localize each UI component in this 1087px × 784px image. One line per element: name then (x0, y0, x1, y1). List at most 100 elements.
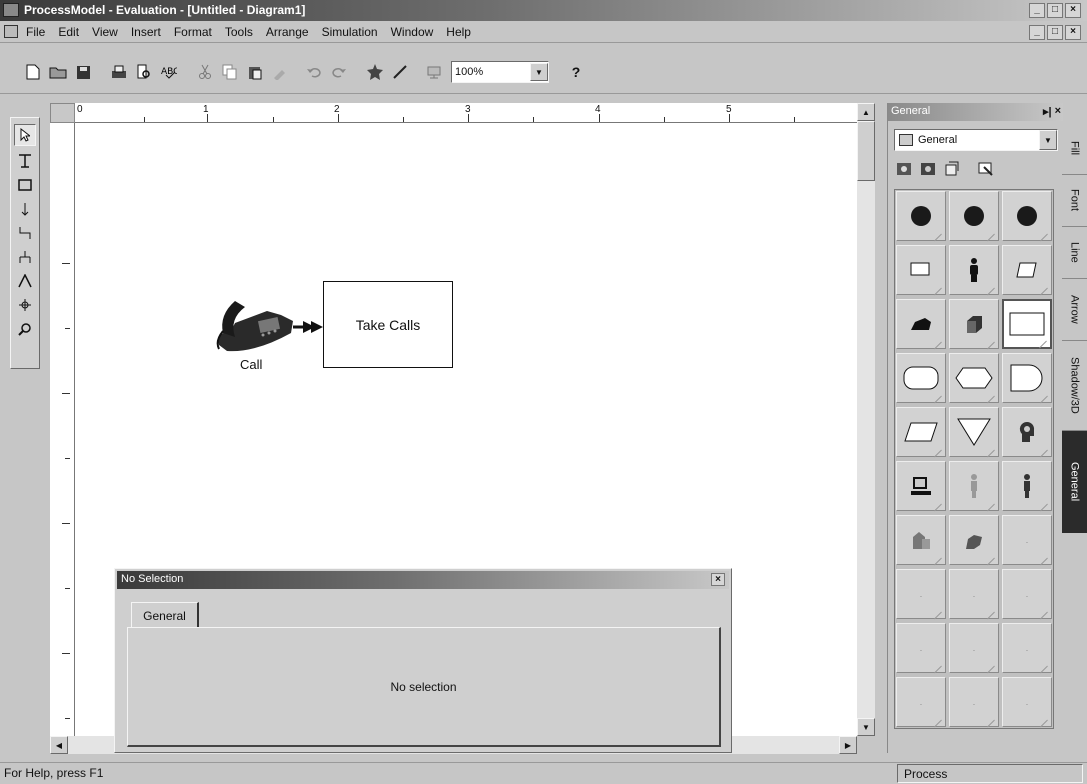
shape-cube-icon[interactable] (949, 299, 999, 349)
scroll-up-icon[interactable]: ▲ (857, 103, 875, 121)
menu-format[interactable]: Format (174, 25, 212, 39)
minimize-icon[interactable]: _ (1029, 3, 1045, 18)
shape-empty-6[interactable]: . (949, 623, 999, 673)
menu-help[interactable]: Help (446, 25, 471, 39)
menu-simulation[interactable]: Simulation (322, 25, 378, 39)
shape-sphere-3[interactable] (1002, 191, 1052, 241)
palette-open-icon[interactable] (894, 159, 914, 179)
shape-empty-9[interactable]: . (949, 677, 999, 727)
doc-restore-icon[interactable]: □ (1047, 25, 1063, 40)
undo-icon[interactable] (303, 61, 325, 83)
shape-hand-icon[interactable] (949, 515, 999, 565)
palette-edit-icon[interactable] (976, 159, 996, 179)
vertical-scrollbar[interactable]: ▲ ▼ (857, 103, 875, 736)
format-painter-icon[interactable] (269, 61, 291, 83)
new-file-icon[interactable] (22, 61, 44, 83)
shape-empty-8[interactable]: . (896, 677, 946, 727)
shape-empty-10[interactable]: . (1002, 677, 1052, 727)
paste-icon[interactable] (244, 61, 266, 83)
shape-head-icon[interactable] (1002, 407, 1052, 457)
menu-arrange[interactable]: Arrange (266, 25, 309, 39)
document-icon[interactable] (4, 25, 18, 38)
doc-minimize-icon[interactable]: _ (1029, 25, 1045, 40)
window-title: ProcessModel - Evaluation - [Untitled - … (24, 3, 306, 17)
call-object[interactable]: Call (215, 293, 335, 373)
shape-sphere-1[interactable] (896, 191, 946, 241)
close-icon[interactable]: × (1065, 3, 1081, 18)
properties-close-icon[interactable]: × (711, 573, 725, 586)
text-tool-icon[interactable] (15, 152, 35, 170)
menu-file[interactable]: File (26, 25, 45, 39)
shape-delay-icon[interactable] (1002, 353, 1052, 403)
shape-person-icon[interactable] (949, 245, 999, 295)
scroll-left-icon[interactable]: ◀ (50, 736, 68, 754)
scroll-down-icon[interactable]: ▼ (857, 718, 875, 736)
spell-check-icon[interactable]: ABC (158, 61, 180, 83)
shape-document-icon[interactable] (896, 245, 946, 295)
network-icon[interactable] (423, 61, 445, 83)
shape-telephone-icon[interactable] (896, 299, 946, 349)
draw-line-icon[interactable] (389, 61, 411, 83)
connector-tool-icon[interactable] (15, 200, 35, 218)
zoom-tool-icon[interactable] (15, 320, 35, 338)
line-tool-icon[interactable] (15, 272, 35, 290)
restore-icon[interactable]: □ (1047, 3, 1063, 18)
menu-window[interactable]: Window (391, 25, 434, 39)
shape-hexagon-icon[interactable] (949, 353, 999, 403)
rectangle-tool-icon[interactable] (15, 176, 35, 194)
elbow-connector-icon[interactable] (15, 224, 35, 242)
scroll-thumb[interactable] (857, 121, 875, 181)
side-tab-general[interactable]: General (1062, 431, 1087, 533)
palette-pin-icon[interactable]: ▸| (1043, 105, 1052, 118)
shape-empty-3[interactable]: . (949, 569, 999, 619)
shape-empty-2[interactable]: . (896, 569, 946, 619)
side-tab-line[interactable]: Line (1062, 227, 1087, 279)
shape-rounded-rect-icon[interactable] (896, 353, 946, 403)
side-tab-line-label: Line (1068, 242, 1081, 263)
shape-person-gray-icon[interactable] (949, 461, 999, 511)
shape-worker-icon[interactable] (896, 515, 946, 565)
palette-copy-icon[interactable] (942, 159, 962, 179)
help-button[interactable]: ? (565, 61, 587, 83)
shape-person-dark-icon[interactable] (1002, 461, 1052, 511)
side-tab-font[interactable]: Font (1062, 175, 1087, 227)
shape-parallelogram-icon[interactable] (896, 407, 946, 457)
side-tab-shadow-3d[interactable]: Shadow/3D (1062, 341, 1087, 431)
shape-empty-7[interactable]: . (1002, 623, 1052, 673)
palette-dropdown[interactable]: General ▼ (894, 129, 1058, 151)
copy-icon[interactable] (219, 61, 241, 83)
shape-empty-5[interactable]: . (896, 623, 946, 673)
menu-view[interactable]: View (92, 25, 118, 39)
branch-connector-icon[interactable] (15, 248, 35, 266)
shape-rectangle-icon[interactable] (1002, 299, 1052, 349)
shape-computer-icon[interactable] (896, 461, 946, 511)
pointer-icon[interactable] (14, 124, 36, 146)
zoom-select[interactable]: 100% ▼ (451, 61, 549, 83)
print-icon[interactable] (108, 61, 130, 83)
save-icon[interactable] (72, 61, 94, 83)
pan-tool-icon[interactable] (15, 296, 35, 314)
palette-save-icon[interactable] (918, 159, 938, 179)
print-preview-icon[interactable] (133, 61, 155, 83)
side-tab-arrow[interactable]: Arrow (1062, 279, 1087, 341)
shape-scroll-icon[interactable] (1002, 245, 1052, 295)
menu-edit[interactable]: Edit (58, 25, 79, 39)
shape-empty-1[interactable]: . (1002, 515, 1052, 565)
cut-icon[interactable] (194, 61, 216, 83)
side-tab-fill[interactable]: Fill (1062, 123, 1087, 175)
simulate-icon[interactable] (364, 61, 386, 83)
chevron-down-icon[interactable]: ▼ (530, 63, 548, 81)
redo-icon[interactable] (328, 61, 350, 83)
shape-sphere-2[interactable] (949, 191, 999, 241)
shape-empty-4[interactable]: . (1002, 569, 1052, 619)
open-folder-icon[interactable] (47, 61, 69, 83)
palette-close-icon[interactable]: × (1055, 105, 1061, 118)
scroll-right-icon[interactable]: ▶ (839, 736, 857, 754)
doc-close-icon[interactable]: × (1065, 25, 1081, 40)
menu-insert[interactable]: Insert (131, 25, 161, 39)
menu-tools[interactable]: Tools (225, 25, 253, 39)
activity-box-take-calls[interactable]: Take Calls (323, 281, 453, 368)
shape-triangle-icon[interactable] (949, 407, 999, 457)
properties-tab-general[interactable]: General (131, 602, 199, 628)
palette-chevron-down-icon[interactable]: ▼ (1039, 130, 1057, 150)
